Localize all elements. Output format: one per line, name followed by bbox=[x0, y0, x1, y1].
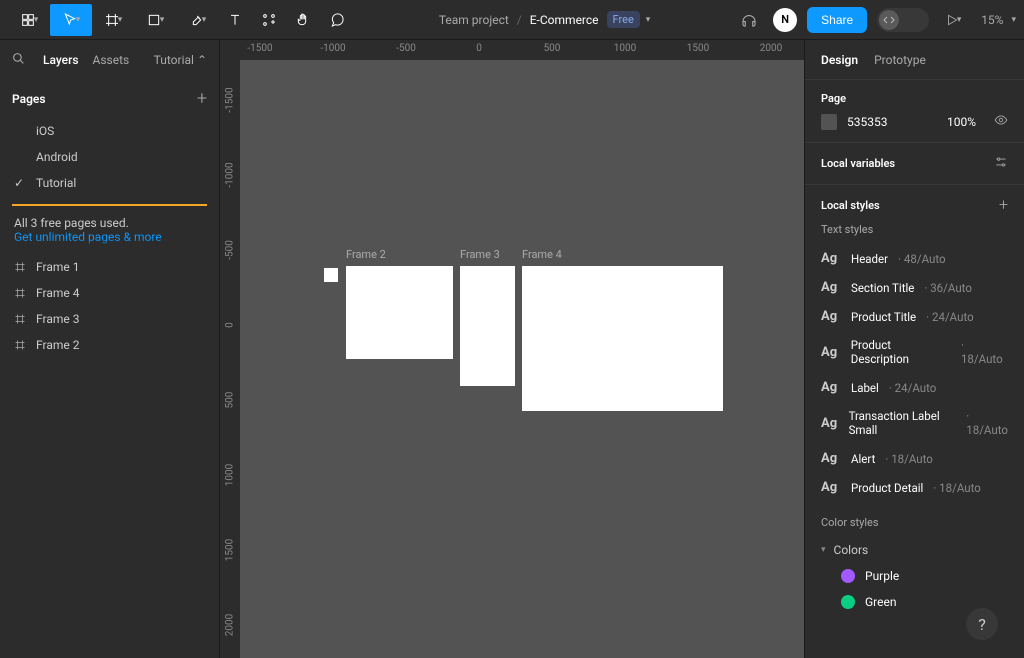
avatar[interactable]: N bbox=[773, 8, 797, 32]
text-style-item[interactable]: AgSection Title · 36/Auto bbox=[821, 273, 1008, 302]
present-button[interactable]: ▾ bbox=[939, 6, 967, 34]
tab-assets[interactable]: Assets bbox=[93, 53, 130, 67]
frame-label[interactable]: Frame 3 bbox=[460, 248, 500, 261]
text-style-icon: Ag bbox=[821, 251, 841, 266]
text-tool[interactable] bbox=[218, 4, 252, 36]
text-style-icon: Ag bbox=[821, 309, 841, 324]
check-icon: ✓ bbox=[14, 176, 26, 190]
add-style-button[interactable]: + bbox=[999, 197, 1008, 213]
visibility-icon[interactable] bbox=[994, 113, 1008, 130]
settings-icon[interactable] bbox=[994, 155, 1008, 172]
canvas-frame[interactable]: Frame 3 bbox=[460, 266, 515, 386]
text-style-item[interactable]: AgAlert · 18/Auto bbox=[821, 444, 1008, 473]
frame-label[interactable]: Frame 4 bbox=[522, 248, 562, 261]
page-background-swatch[interactable] bbox=[821, 114, 837, 130]
ruler-corner bbox=[220, 40, 240, 60]
chevron-down-icon[interactable]: ▾ bbox=[1011, 15, 1016, 25]
right-panel: Design Prototype Page 535353 100% Local … bbox=[804, 40, 1024, 658]
main-menu-button[interactable]: ▾ bbox=[8, 4, 50, 36]
chevron-down-icon: ▾ bbox=[76, 15, 81, 25]
layer-item[interactable]: Frame 4 bbox=[0, 280, 219, 306]
canvas-frame[interactable]: Frame 4 bbox=[522, 266, 723, 411]
page-item-ios[interactable]: iOS bbox=[0, 118, 219, 144]
add-page-button[interactable]: + bbox=[197, 90, 207, 108]
dev-mode-toggle[interactable] bbox=[877, 8, 929, 32]
breadcrumb: Team project / E-Commerce Free ▾ bbox=[358, 11, 731, 28]
local-variables-header: Local variables bbox=[821, 157, 895, 170]
text-style-icon: Ag bbox=[821, 480, 841, 495]
upgrade-text: All 3 free pages used. bbox=[14, 216, 205, 230]
text-style-icon: Ag bbox=[821, 280, 841, 295]
resources-tool[interactable] bbox=[252, 4, 286, 36]
text-style-icon: Ag bbox=[821, 451, 841, 466]
shape-tool[interactable]: ▾ bbox=[134, 4, 176, 36]
ruler-horizontal: -1500 -1000 -500 0 500 1000 1500 2000 25… bbox=[240, 40, 804, 60]
page-background-hex[interactable]: 535353 bbox=[847, 115, 887, 129]
comment-tool[interactable] bbox=[320, 4, 354, 36]
page-item-tutorial[interactable]: ✓ Tutorial bbox=[0, 170, 219, 196]
audio-icon[interactable] bbox=[735, 6, 763, 34]
color-style-item[interactable]: Purple bbox=[821, 563, 1008, 589]
upgrade-banner: All 3 free pages used. Get unlimited pag… bbox=[12, 204, 207, 248]
text-style-item[interactable]: AgLabel · 24/Auto bbox=[821, 373, 1008, 402]
layer-item[interactable]: Frame 3 bbox=[0, 306, 219, 332]
chevron-down-icon: ▾ bbox=[118, 15, 123, 25]
page-background-opacity[interactable]: 100% bbox=[947, 115, 976, 129]
tab-layers[interactable]: Layers bbox=[43, 53, 79, 67]
chevron-down-icon: ▾ bbox=[821, 545, 826, 555]
page-item-android[interactable]: Android bbox=[0, 144, 219, 170]
color-group-toggle[interactable]: ▾ Colors bbox=[821, 537, 1008, 563]
color-swatch-icon bbox=[841, 569, 855, 583]
text-styles-label: Text styles bbox=[821, 223, 1008, 236]
plan-badge[interactable]: Free bbox=[607, 11, 640, 28]
chevron-down-icon: ▾ bbox=[202, 15, 207, 25]
file-name[interactable]: E-Commerce bbox=[530, 13, 599, 27]
tutorial-dropdown[interactable]: Tutorial ⌃ bbox=[154, 53, 207, 67]
share-button[interactable]: Share bbox=[807, 7, 867, 33]
canvas-frame[interactable] bbox=[324, 268, 338, 282]
text-style-icon: Ag bbox=[821, 416, 839, 431]
tab-prototype[interactable]: Prototype bbox=[874, 53, 926, 67]
text-style-icon: Ag bbox=[821, 380, 841, 395]
text-style-icon: Ag bbox=[821, 345, 841, 360]
text-style-item[interactable]: AgProduct Description · 18/Auto bbox=[821, 331, 1008, 373]
color-swatch-icon bbox=[841, 595, 855, 609]
breadcrumb-separator: / bbox=[517, 13, 522, 27]
team-name[interactable]: Team project bbox=[439, 13, 509, 27]
tab-design[interactable]: Design bbox=[821, 53, 858, 67]
ruler-vertical: -1500 -1000 -500 0 500 1000 1500 2000 25… bbox=[220, 60, 240, 658]
help-button[interactable]: ? bbox=[966, 608, 998, 640]
chevron-down-icon: ▾ bbox=[34, 15, 39, 25]
text-style-item[interactable]: AgProduct Detail · 18/Auto bbox=[821, 473, 1008, 502]
chevron-down-icon: ▾ bbox=[957, 15, 962, 25]
layer-list: Frame 1 Frame 4 Frame 3 Frame 2 bbox=[0, 248, 219, 364]
chevron-down-icon[interactable]: ▾ bbox=[646, 15, 651, 25]
topbar: ▾ ▾ ▾ ▾ ▾ Team project bbox=[0, 0, 1024, 40]
move-tool[interactable]: ▾ bbox=[50, 4, 92, 36]
hand-tool[interactable] bbox=[286, 4, 320, 36]
text-style-item[interactable]: AgProduct Title · 24/Auto bbox=[821, 302, 1008, 331]
layer-item[interactable]: Frame 1 bbox=[0, 254, 219, 280]
page-section-header: Page bbox=[821, 92, 1008, 105]
color-styles-label: Color styles bbox=[821, 516, 1008, 529]
canvas[interactable]: -1500 -1000 -500 0 500 1000 1500 2000 25… bbox=[220, 40, 804, 658]
pages-heading: Pages bbox=[12, 92, 46, 106]
canvas-frame[interactable]: Frame 2 bbox=[346, 266, 453, 359]
text-style-item[interactable]: AgHeader · 48/Auto bbox=[821, 244, 1008, 273]
chevron-down-icon: ▾ bbox=[160, 15, 165, 25]
layer-item[interactable]: Frame 2 bbox=[0, 332, 219, 358]
chevron-up-icon: ⌃ bbox=[197, 53, 207, 67]
local-styles-header: Local styles bbox=[821, 199, 880, 212]
text-style-item[interactable]: AgTransaction Label Small · 18/Auto bbox=[821, 402, 1008, 444]
search-icon[interactable] bbox=[12, 52, 25, 68]
pen-tool[interactable]: ▾ bbox=[176, 4, 218, 36]
zoom-level[interactable]: 15% bbox=[981, 13, 1003, 27]
frame-label[interactable]: Frame 2 bbox=[346, 248, 386, 261]
left-panel: Layers Assets Tutorial ⌃ Pages + iOS And… bbox=[0, 40, 220, 658]
frame-tool[interactable]: ▾ bbox=[92, 4, 134, 36]
